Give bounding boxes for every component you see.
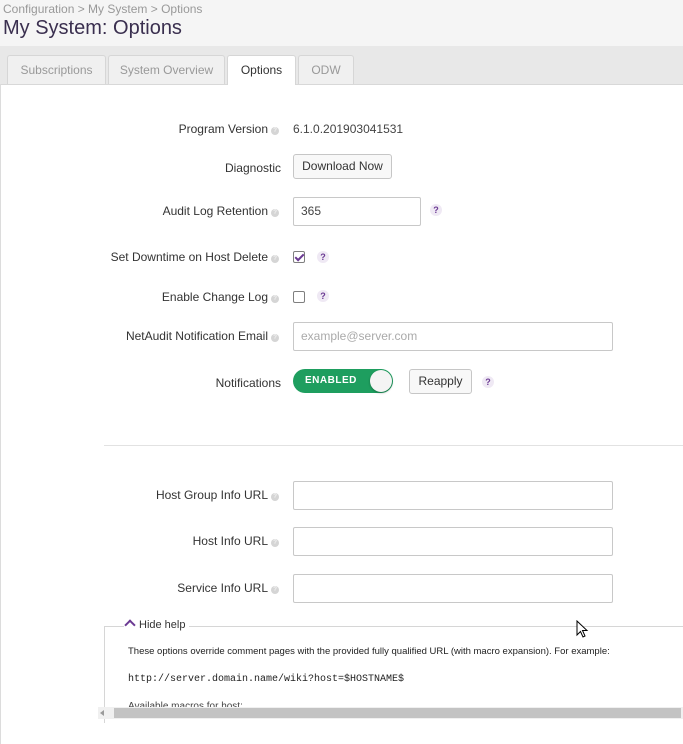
program-version-label: Program Version? [179, 122, 279, 136]
question-icon[interactable]: ? [430, 204, 442, 216]
horizontal-scrollbar[interactable] [98, 707, 683, 719]
mouse-pointer-icon [576, 620, 589, 638]
scrollbar-thumb[interactable] [114, 708, 681, 718]
toggle-state-label: ENABLED [305, 375, 357, 386]
notifications-toggle[interactable]: ENABLED [293, 369, 393, 393]
info-dot-icon: ? [271, 209, 279, 217]
audit-log-retention-input[interactable]: 365 [293, 197, 421, 226]
scroll-left-arrow-icon[interactable] [100, 710, 104, 716]
host-info-url-label: Host Info URL? [193, 534, 279, 548]
netaudit-email-input[interactable]: example@server.com [293, 322, 613, 351]
netaudit-email-label: NetAudit Notification Email? [126, 329, 279, 343]
program-version-value: 6.1.0.201903041531 [293, 122, 404, 136]
host-group-info-url-label: Host Group Info URL? [156, 488, 279, 502]
tab-odw[interactable]: ODW [298, 55, 354, 84]
set-downtime-checkbox[interactable] [293, 251, 305, 263]
section-divider [104, 445, 683, 446]
download-now-button[interactable]: Download Now [293, 154, 392, 179]
enable-change-log-checkbox[interactable] [293, 291, 305, 303]
info-dot-icon: ? [271, 127, 279, 135]
breadcrumb: Configuration > My System > Options [3, 2, 203, 16]
info-dot-icon: ? [271, 539, 279, 547]
chevron-up-icon [124, 619, 136, 631]
question-icon[interactable]: ? [482, 376, 494, 388]
tab-bar: Subscriptions System Overview Options OD… [0, 46, 683, 85]
question-icon[interactable]: ? [317, 251, 329, 263]
host-group-info-url-input[interactable] [293, 481, 613, 510]
tab-subscriptions[interactable]: Subscriptions [7, 55, 106, 84]
help-text: These options override comment pages wit… [128, 646, 610, 657]
host-info-url-input[interactable] [293, 527, 613, 556]
reapply-button[interactable]: Reapply [409, 369, 472, 394]
hide-help-toggle[interactable]: Hide help [124, 619, 190, 631]
service-info-url-label: Service Info URL? [177, 581, 279, 595]
page-header: Configuration > My System > Options My S… [0, 0, 683, 46]
info-dot-icon: ? [271, 255, 279, 263]
enable-change-log-label: Enable Change Log? [162, 290, 279, 304]
tab-system-overview[interactable]: System Overview [108, 55, 225, 84]
set-downtime-label: Set Downtime on Host Delete? [111, 250, 279, 264]
info-dot-icon: ? [271, 586, 279, 594]
notifications-label: Notifications [215, 376, 281, 390]
audit-log-retention-label: Audit Log Retention? [163, 204, 279, 218]
toggle-knob[interactable] [370, 370, 392, 392]
info-dot-icon: ? [271, 493, 279, 501]
diagnostic-label: Diagnostic [224, 161, 281, 175]
info-dot-icon: ? [271, 295, 279, 303]
service-info-url-input[interactable] [293, 574, 613, 603]
info-dot-icon: ? [271, 334, 279, 342]
tab-options[interactable]: Options [227, 55, 296, 85]
page-title: My System: Options [3, 17, 182, 39]
help-example-url: http://server.domain.name/wiki?host=$HOS… [128, 674, 405, 685]
question-icon[interactable]: ? [317, 290, 329, 302]
